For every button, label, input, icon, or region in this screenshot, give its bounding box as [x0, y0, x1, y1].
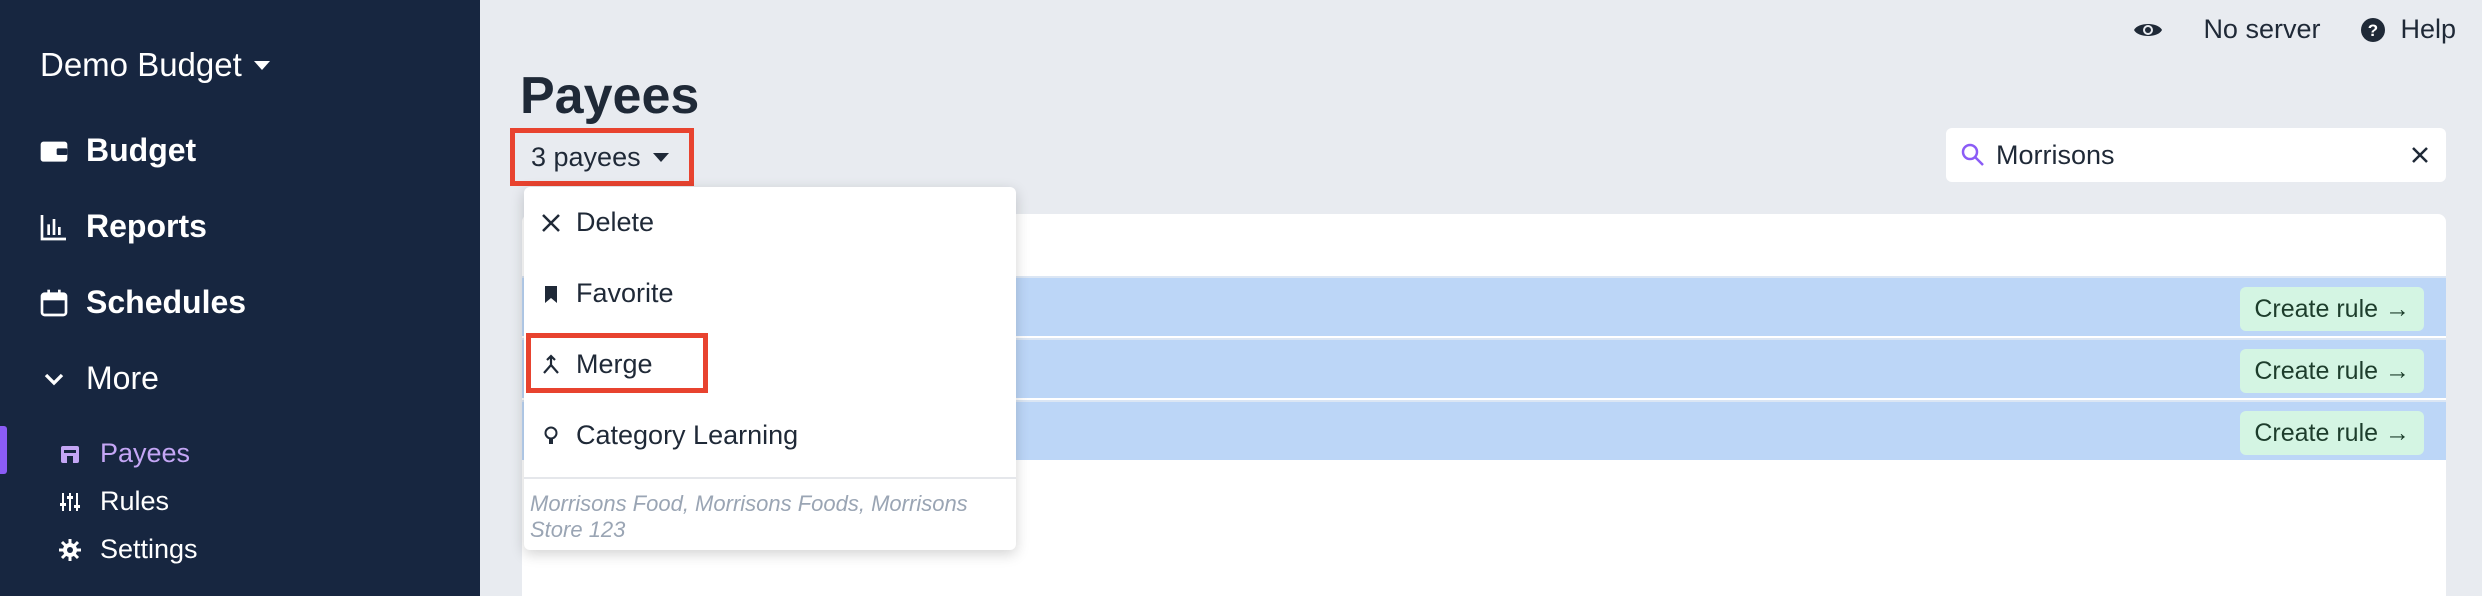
bar-chart-icon [40, 214, 66, 240]
menu-item-delete[interactable]: Delete [540, 207, 654, 238]
nav-budget-label: Budget [86, 132, 197, 168]
nav-reports[interactable]: Reports [38, 208, 207, 245]
sliders-icon [60, 492, 80, 511]
top-bar: No server ? Help [2133, 14, 2456, 45]
nav-budget[interactable]: Budget [38, 132, 196, 169]
budget-name-dropdown[interactable]: Demo Budget [40, 46, 270, 84]
search-icon [1961, 143, 1984, 166]
search-input[interactable] [1996, 139, 2398, 171]
eye-icon [2134, 23, 2163, 36]
active-indicator [0, 426, 7, 474]
create-rule-button[interactable]: Create rule → [2240, 349, 2424, 393]
calendar-icon [40, 289, 68, 316]
selected-payees-button[interactable]: 3 payees [510, 128, 694, 186]
menu-item-category-learning-label: Category Learning [576, 420, 799, 450]
create-rule-label: Create rule → [2254, 356, 2410, 385]
nav-schedules[interactable]: Schedules [38, 284, 246, 321]
search-box [1946, 128, 2446, 182]
create-rule-button[interactable]: Create rule → [2240, 287, 2424, 331]
server-status[interactable]: No server [2203, 14, 2320, 45]
chevron-down-icon [44, 373, 64, 385]
clear-search-icon[interactable] [2408, 143, 2432, 167]
caret-down-icon [652, 152, 669, 162]
store-icon [61, 445, 79, 463]
create-rule-button[interactable]: Create rule → [2240, 411, 2424, 455]
server-status-label: No server [2203, 14, 2321, 44]
help-label: Help [2400, 14, 2456, 44]
nav-more-label: More [86, 360, 159, 396]
svg-text:?: ? [2368, 21, 2378, 40]
help-icon: ? [2361, 17, 2386, 42]
menu-divider [524, 477, 1016, 479]
nav-more[interactable]: More [38, 360, 159, 397]
help-button[interactable]: ? Help [2360, 14, 2456, 45]
sidebar-item-settings[interactable]: Settings [58, 534, 198, 565]
wallet-icon [40, 141, 68, 162]
sidebar-item-rules[interactable]: Rules [58, 486, 169, 517]
nav-schedules-label: Schedules [86, 284, 247, 320]
sidebar-item-rules-label: Rules [100, 486, 170, 516]
selected-payees-summary: Morrisons Food, Morrisons Foods, Morriso… [530, 491, 968, 542]
sidebar-item-payees[interactable]: Payees [58, 438, 190, 469]
selected-payees-label: 3 payees [531, 141, 641, 172]
merge-highlight [526, 333, 708, 393]
menu-item-category-learning[interactable]: Category Learning [540, 420, 798, 451]
caret-down-icon [253, 60, 270, 70]
menu-item-favorite[interactable]: Favorite [540, 278, 674, 309]
gear-icon [59, 538, 81, 561]
privacy-toggle[interactable] [2133, 19, 2163, 41]
create-rule-label: Create rule → [2254, 294, 2410, 323]
nav-reports-label: Reports [86, 208, 207, 244]
sidebar: Demo Budget Budget Reports Schedules Mor… [0, 0, 480, 596]
create-rule-label: Create rule → [2254, 418, 2410, 447]
close-icon [542, 213, 560, 232]
lightbulb-icon [544, 426, 558, 444]
sidebar-item-payees-label: Payees [100, 438, 191, 468]
sidebar-item-settings-label: Settings [100, 534, 198, 564]
menu-item-delete-label: Delete [576, 207, 655, 237]
page-title: Payees [520, 67, 700, 125]
bookmark-icon [545, 285, 557, 303]
budget-name: Demo Budget [40, 46, 242, 83]
menu-item-favorite-label: Favorite [576, 278, 674, 308]
